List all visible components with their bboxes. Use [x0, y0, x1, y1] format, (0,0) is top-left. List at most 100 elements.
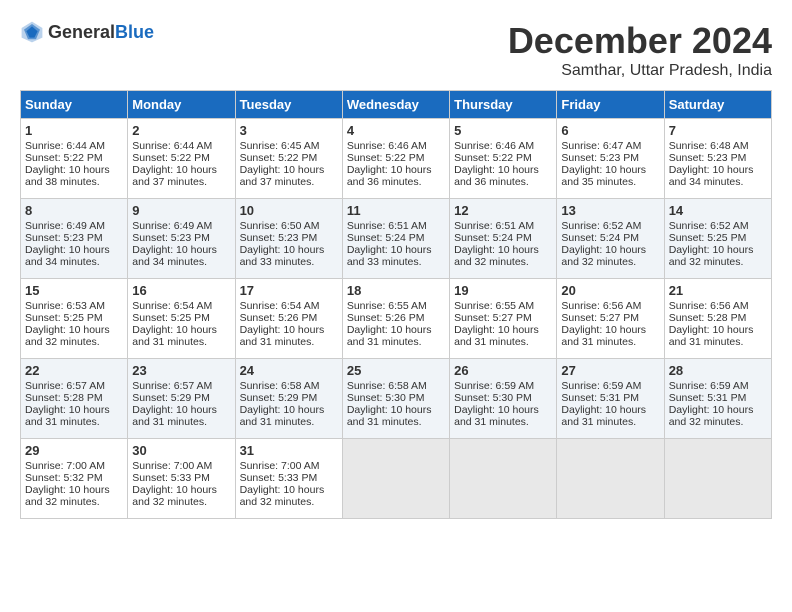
daylight-label: Daylight: 10 hours	[132, 404, 217, 416]
calendar-day-15: 15Sunrise: 6:53 AMSunset: 5:25 PMDayligh…	[21, 279, 128, 359]
sunset-label: Sunset: 5:26 PM	[347, 312, 425, 324]
logo: GeneralBlue	[20, 20, 154, 44]
sunrise-label: Sunrise: 6:51 AM	[347, 220, 427, 232]
calendar-day-5: 5Sunrise: 6:46 AMSunset: 5:22 PMDaylight…	[450, 119, 557, 199]
page-header: GeneralBlue December 2024 Samthar, Uttar…	[20, 20, 772, 80]
day-number: 25	[347, 363, 445, 378]
daylight-label: Daylight: 10 hours	[240, 244, 325, 256]
header-friday: Friday	[557, 91, 664, 119]
daylight-label: Daylight: 10 hours	[25, 164, 110, 176]
daylight-minutes: and 37 minutes.	[240, 176, 315, 188]
sunset-label: Sunset: 5:23 PM	[132, 232, 210, 244]
daylight-minutes: and 38 minutes.	[25, 176, 100, 188]
calendar-day-9: 9Sunrise: 6:49 AMSunset: 5:23 PMDaylight…	[128, 199, 235, 279]
sunrise-label: Sunrise: 6:51 AM	[454, 220, 534, 232]
daylight-label: Daylight: 10 hours	[561, 164, 646, 176]
daylight-label: Daylight: 10 hours	[347, 324, 432, 336]
sunrise-label: Sunrise: 6:54 AM	[240, 300, 320, 312]
sunrise-label: Sunrise: 6:58 AM	[240, 380, 320, 392]
daylight-label: Daylight: 10 hours	[240, 484, 325, 496]
sunset-label: Sunset: 5:24 PM	[561, 232, 639, 244]
logo-text: GeneralBlue	[48, 22, 154, 43]
header-wednesday: Wednesday	[342, 91, 449, 119]
sunrise-label: Sunrise: 6:49 AM	[25, 220, 105, 232]
calendar-day-3: 3Sunrise: 6:45 AMSunset: 5:22 PMDaylight…	[235, 119, 342, 199]
calendar-day-29: 29Sunrise: 7:00 AMSunset: 5:32 PMDayligh…	[21, 439, 128, 519]
calendar-day-30: 30Sunrise: 7:00 AMSunset: 5:33 PMDayligh…	[128, 439, 235, 519]
daylight-label: Daylight: 10 hours	[561, 244, 646, 256]
calendar-week-3: 15Sunrise: 6:53 AMSunset: 5:25 PMDayligh…	[21, 279, 772, 359]
day-number: 18	[347, 283, 445, 298]
daylight-minutes: and 32 minutes.	[669, 416, 744, 428]
calendar-day-21: 21Sunrise: 6:56 AMSunset: 5:28 PMDayligh…	[664, 279, 771, 359]
daylight-minutes: and 31 minutes.	[669, 336, 744, 348]
day-number: 31	[240, 443, 338, 458]
day-number: 17	[240, 283, 338, 298]
day-number: 10	[240, 203, 338, 218]
day-number: 5	[454, 123, 552, 138]
sunrise-label: Sunrise: 6:45 AM	[240, 140, 320, 152]
sunset-label: Sunset: 5:25 PM	[25, 312, 103, 324]
header-sunday: Sunday	[21, 91, 128, 119]
sunset-label: Sunset: 5:28 PM	[669, 312, 747, 324]
sunset-label: Sunset: 5:33 PM	[132, 472, 210, 484]
daylight-label: Daylight: 10 hours	[669, 404, 754, 416]
daylight-minutes: and 36 minutes.	[347, 176, 422, 188]
daylight-label: Daylight: 10 hours	[454, 324, 539, 336]
daylight-minutes: and 31 minutes.	[454, 416, 529, 428]
sunset-label: Sunset: 5:27 PM	[454, 312, 532, 324]
sunrise-label: Sunrise: 6:50 AM	[240, 220, 320, 232]
day-number: 14	[669, 203, 767, 218]
calendar-day-14: 14Sunrise: 6:52 AMSunset: 5:25 PMDayligh…	[664, 199, 771, 279]
sunrise-label: Sunrise: 6:54 AM	[132, 300, 212, 312]
calendar-week-2: 8Sunrise: 6:49 AMSunset: 5:23 PMDaylight…	[21, 199, 772, 279]
daylight-minutes: and 34 minutes.	[132, 256, 207, 268]
sunrise-label: Sunrise: 6:44 AM	[25, 140, 105, 152]
sunrise-label: Sunrise: 6:58 AM	[347, 380, 427, 392]
calendar-day-11: 11Sunrise: 6:51 AMSunset: 5:24 PMDayligh…	[342, 199, 449, 279]
sunrise-label: Sunrise: 6:57 AM	[132, 380, 212, 392]
sunset-label: Sunset: 5:30 PM	[347, 392, 425, 404]
day-number: 2	[132, 123, 230, 138]
daylight-minutes: and 33 minutes.	[240, 256, 315, 268]
daylight-minutes: and 32 minutes.	[454, 256, 529, 268]
daylight-minutes: and 37 minutes.	[132, 176, 207, 188]
day-number: 30	[132, 443, 230, 458]
day-number: 9	[132, 203, 230, 218]
daylight-minutes: and 31 minutes.	[347, 336, 422, 348]
header-monday: Monday	[128, 91, 235, 119]
calendar-day-19: 19Sunrise: 6:55 AMSunset: 5:27 PMDayligh…	[450, 279, 557, 359]
day-number: 7	[669, 123, 767, 138]
sunset-label: Sunset: 5:25 PM	[669, 232, 747, 244]
empty-cell	[557, 439, 664, 519]
header-thursday: Thursday	[450, 91, 557, 119]
day-number: 19	[454, 283, 552, 298]
calendar-day-26: 26Sunrise: 6:59 AMSunset: 5:30 PMDayligh…	[450, 359, 557, 439]
calendar-week-4: 22Sunrise: 6:57 AMSunset: 5:28 PMDayligh…	[21, 359, 772, 439]
sunrise-label: Sunrise: 6:59 AM	[561, 380, 641, 392]
daylight-minutes: and 31 minutes.	[240, 336, 315, 348]
sunrise-label: Sunrise: 6:55 AM	[347, 300, 427, 312]
empty-cell	[664, 439, 771, 519]
sunrise-label: Sunrise: 6:46 AM	[347, 140, 427, 152]
calendar-day-27: 27Sunrise: 6:59 AMSunset: 5:31 PMDayligh…	[557, 359, 664, 439]
daylight-label: Daylight: 10 hours	[561, 324, 646, 336]
logo-icon	[20, 20, 44, 44]
calendar-week-1: 1Sunrise: 6:44 AMSunset: 5:22 PMDaylight…	[21, 119, 772, 199]
sunset-label: Sunset: 5:32 PM	[25, 472, 103, 484]
sunrise-label: Sunrise: 6:59 AM	[669, 380, 749, 392]
sunset-label: Sunset: 5:30 PM	[454, 392, 532, 404]
sunset-label: Sunset: 5:29 PM	[240, 392, 318, 404]
calendar-day-23: 23Sunrise: 6:57 AMSunset: 5:29 PMDayligh…	[128, 359, 235, 439]
daylight-label: Daylight: 10 hours	[132, 484, 217, 496]
day-number: 29	[25, 443, 123, 458]
day-number: 8	[25, 203, 123, 218]
day-number: 22	[25, 363, 123, 378]
sunset-label: Sunset: 5:22 PM	[347, 152, 425, 164]
sunrise-label: Sunrise: 7:00 AM	[240, 460, 320, 472]
day-number: 6	[561, 123, 659, 138]
sunset-label: Sunset: 5:23 PM	[25, 232, 103, 244]
calendar-day-16: 16Sunrise: 6:54 AMSunset: 5:25 PMDayligh…	[128, 279, 235, 359]
daylight-minutes: and 32 minutes.	[669, 256, 744, 268]
calendar-day-8: 8Sunrise: 6:49 AMSunset: 5:23 PMDaylight…	[21, 199, 128, 279]
